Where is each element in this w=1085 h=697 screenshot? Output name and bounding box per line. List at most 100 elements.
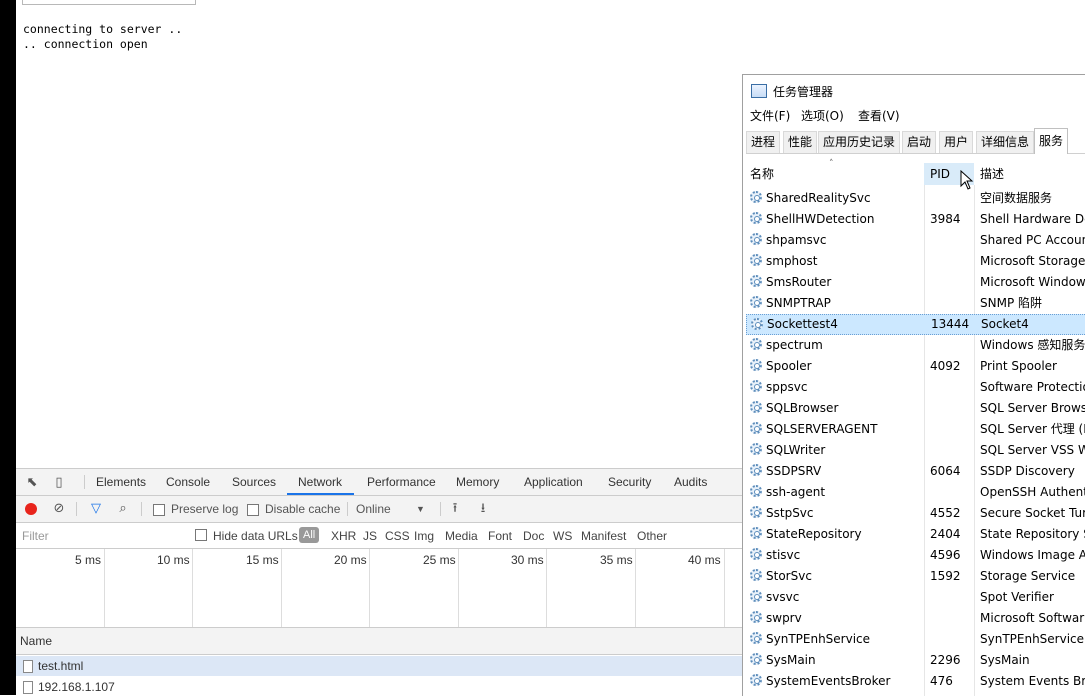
service-pid: 476	[930, 674, 953, 688]
column-description[interactable]: 描述	[980, 163, 1004, 185]
timeline-tick-label: 40 ms	[688, 553, 721, 567]
service-row[interactable]: smphost Microsoft Storage	[746, 251, 1085, 272]
menu-options[interactable]: 选项(O)	[801, 107, 844, 124]
column-name[interactable]: Name	[20, 634, 52, 648]
column-name[interactable]: 名称	[750, 163, 920, 185]
service-row[interactable]: SQLWriter SQL Server VSS W	[746, 440, 1085, 461]
filter-type-ws[interactable]: WS	[553, 529, 572, 543]
tab-processes[interactable]: 进程	[746, 131, 781, 153]
service-row[interactable]: Sockettest4 13444 Socket4	[746, 314, 1085, 335]
service-description: OpenSSH Authenti	[980, 485, 1085, 499]
filter-type-media[interactable]: Media	[445, 529, 478, 543]
service-row[interactable]: SQLBrowser SQL Server Brows	[746, 398, 1085, 419]
service-name: SQLBrowser	[766, 401, 839, 415]
page-output: connecting to server .. .. connection op…	[23, 22, 182, 52]
service-gear-icon	[750, 233, 762, 245]
tab-sources[interactable]: Sources	[232, 475, 276, 489]
divider	[440, 502, 441, 516]
preserve-log-checkbox[interactable]	[153, 504, 165, 516]
network-overview-timeline[interactable]: 5 ms 10 ms 15 ms 20 ms 25 ms 30 ms 35 ms…	[16, 549, 742, 628]
service-row[interactable]: stisvc 4596 Windows Image A	[746, 545, 1085, 566]
service-row[interactable]: svsvc Spot Verifier	[746, 587, 1085, 608]
tab-network[interactable]: Network	[298, 475, 342, 489]
inspect-element-icon[interactable]: ⬉	[24, 474, 40, 490]
dropdown-arrow-icon[interactable]: ▼	[416, 504, 425, 514]
tab-application[interactable]: Application	[524, 475, 583, 489]
service-row[interactable]: SSDPSRV 6064 SSDP Discovery	[746, 461, 1085, 482]
service-row[interactable]: Spooler 4092 Print Spooler	[746, 356, 1085, 377]
filter-input[interactable]: Filter	[22, 529, 49, 543]
filter-type-xhr[interactable]: XHR	[331, 529, 356, 543]
filter-type-font[interactable]: Font	[488, 529, 512, 543]
service-row[interactable]: ssh-agent OpenSSH Authenti	[746, 482, 1085, 503]
request-table-header[interactable]: Name	[16, 628, 742, 655]
tab-security[interactable]: Security	[608, 475, 651, 489]
tab-details[interactable]: 详细信息	[976, 131, 1035, 153]
filter-type-manifest[interactable]: Manifest	[581, 529, 626, 543]
left-edge-bar	[0, 0, 16, 695]
service-description: Windows 感知服务	[980, 338, 1085, 352]
service-row[interactable]: shpamsvc Shared PC Accoun	[746, 230, 1085, 251]
page-input-field[interactable]	[22, 0, 196, 5]
service-row[interactable]: spectrum Windows 感知服务	[746, 335, 1085, 356]
import-har-icon[interactable]: ⭱	[447, 500, 463, 516]
disable-cache-checkbox[interactable]	[247, 504, 259, 516]
tab-performance[interactable]: 性能	[783, 131, 818, 153]
record-icon[interactable]	[25, 503, 37, 515]
search-icon[interactable]: ⌕	[115, 500, 131, 516]
service-gear-icon	[750, 401, 762, 413]
service-row[interactable]: ShellHWDetection 3984 Shell Hardware De	[746, 209, 1085, 230]
service-row[interactable]: SynTPEnhService SynTPEnhService	[746, 629, 1085, 650]
service-row[interactable]: StateRepository 2404 State Repository S	[746, 524, 1085, 545]
filter-type-js[interactable]: JS	[363, 529, 377, 543]
service-row[interactable]: SstpSvc 4552 Secure Socket Tur	[746, 503, 1085, 524]
service-description: SSDP Discovery	[980, 464, 1075, 478]
throttling-select[interactable]: Online	[356, 502, 391, 516]
service-row[interactable]: StorSvc 1592 Storage Service	[746, 566, 1085, 587]
service-row[interactable]: swprv Microsoft Softwar	[746, 608, 1085, 629]
service-name: StorSvc	[766, 569, 812, 583]
tab-startup[interactable]: 启动	[902, 131, 937, 153]
tab-audits[interactable]: Audits	[674, 475, 707, 489]
service-row[interactable]: sppsvc Software Protectio	[746, 377, 1085, 398]
tab-services[interactable]: 服务	[1034, 128, 1069, 154]
output-line: connecting to server ..	[23, 22, 183, 36]
filter-icon[interactable]: ▽	[88, 500, 104, 516]
service-row[interactable]: SystemEventsBroker 476 System Events Br	[746, 671, 1085, 692]
tab-performance[interactable]: Performance	[367, 475, 436, 489]
tab-elements[interactable]: Elements	[96, 475, 146, 489]
filter-type-all[interactable]: All	[299, 527, 320, 543]
service-row[interactable]: SNMPTRAP SNMP 陷阱	[746, 293, 1085, 314]
request-name[interactable]: 192.168.1.107	[38, 680, 115, 694]
service-gear-icon	[750, 569, 762, 581]
timeline-tick-label: 30 ms	[511, 553, 544, 567]
service-name: SSDPSRV	[766, 464, 822, 478]
service-gear-icon	[750, 632, 762, 644]
menu-view[interactable]: 查看(V)	[858, 107, 900, 124]
export-har-icon[interactable]: ⭳	[475, 500, 491, 516]
request-name[interactable]: test.html	[38, 659, 83, 673]
filter-type-other[interactable]: Other	[637, 529, 667, 543]
filter-type-doc[interactable]: Doc	[523, 529, 544, 543]
mouse-cursor-icon	[960, 170, 974, 190]
service-row[interactable]: SmsRouter Microsoft Window	[746, 272, 1085, 293]
request-row[interactable]: test.html	[16, 656, 742, 676]
request-row[interactable]: 192.168.1.107	[16, 677, 742, 697]
tab-users[interactable]: 用户	[939, 131, 974, 153]
filter-type-img[interactable]: Img	[414, 529, 434, 543]
service-row[interactable]: SharedRealitySvc 空间数据服务	[746, 188, 1085, 209]
service-row[interactable]: SysMain 2296 SysMain	[746, 650, 1085, 671]
clear-icon[interactable]: ⊘	[51, 500, 67, 516]
menu-file[interactable]: 文件(F)	[750, 107, 790, 124]
service-description: SQL Server 代理 (M	[980, 422, 1085, 436]
tab-app-history[interactable]: 应用历史记录	[818, 131, 901, 153]
tab-memory[interactable]: Memory	[456, 475, 499, 489]
tab-console[interactable]: Console	[166, 475, 210, 489]
filter-type-css[interactable]: CSS	[385, 529, 410, 543]
device-toolbar-icon[interactable]: ▯	[51, 474, 67, 490]
timeline-gridline	[724, 549, 725, 627]
service-name: shpamsvc	[766, 233, 827, 247]
service-row[interactable]: SQLSERVERAGENT SQL Server 代理 (M	[746, 419, 1085, 440]
window-title: 任务管理器	[751, 83, 833, 101]
hide-data-urls-checkbox[interactable]	[195, 529, 207, 541]
